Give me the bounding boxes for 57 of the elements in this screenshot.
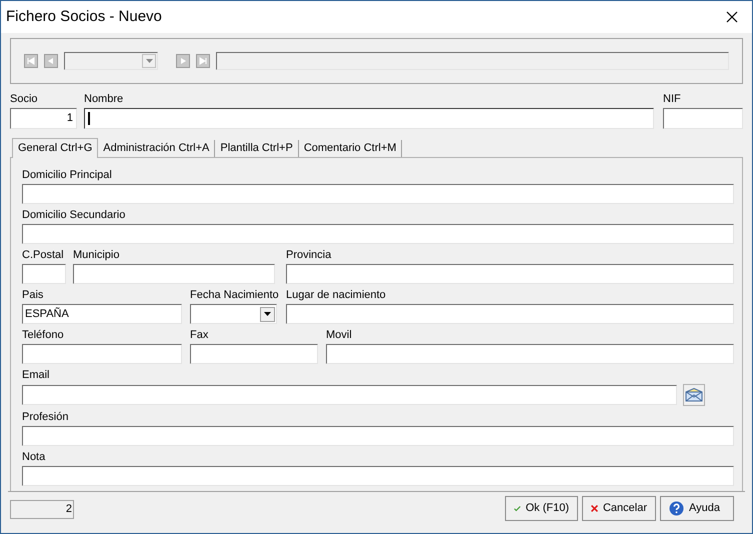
field-label: Domicilio Principal	[22, 168, 113, 183]
window-title: Fichero Socios - Nuevo	[6, 6, 162, 27]
cancel-button[interactable]: Cancelar	[582, 496, 656, 521]
field-label: Nombre	[84, 92, 124, 107]
input-field[interactable]: ESPAÑA	[22, 304, 182, 324]
input-field[interactable]	[73, 264, 275, 284]
input-field[interactable]	[663, 108, 743, 129]
help-icon	[669, 501, 684, 516]
checkmark-icon	[514, 503, 521, 514]
first-record-button[interactable]	[24, 54, 38, 68]
input-field[interactable]	[22, 426, 734, 446]
input-field[interactable]: 1	[10, 108, 77, 129]
field-label: Pais	[22, 288, 44, 303]
date-dropdown[interactable]	[190, 304, 277, 324]
record-count: 2	[10, 500, 74, 519]
input-field[interactable]	[84, 108, 654, 129]
arrow-icon	[179, 57, 187, 65]
record-dropdown[interactable]	[64, 52, 158, 70]
field-label: Teléfono	[22, 328, 65, 343]
field-label: Municipio	[73, 248, 120, 263]
input-field[interactable]	[22, 184, 734, 204]
field-label: Profesión	[22, 410, 70, 425]
field-label: Email	[22, 368, 51, 383]
input-field[interactable]	[190, 344, 318, 364]
close-icon	[726, 11, 738, 23]
field-label: C.Postal	[22, 248, 65, 263]
send-email-button[interactable]	[683, 384, 705, 406]
close-icon	[591, 502, 598, 515]
field-label: Fecha Nacimiento	[190, 288, 277, 303]
input-field[interactable]	[22, 385, 677, 405]
field-label: Lugar de nacimiento	[286, 288, 387, 303]
field-label: Fax	[190, 328, 210, 343]
field-label: Socio	[10, 92, 39, 107]
field-label: Movil	[326, 328, 353, 343]
next-record-button[interactable]	[176, 54, 190, 68]
input-field[interactable]	[286, 304, 734, 324]
input-field[interactable]	[326, 344, 734, 364]
input-field[interactable]	[22, 466, 734, 486]
skip-arrow-icon	[199, 57, 207, 65]
input-field[interactable]	[22, 264, 66, 284]
input-field[interactable]	[22, 224, 734, 244]
field-label: Nota	[22, 450, 46, 465]
skip-arrow-icon	[27, 57, 35, 65]
help-button[interactable]: Ayuda	[660, 496, 734, 521]
text-cursor	[88, 112, 90, 125]
input-field[interactable]	[22, 344, 182, 364]
arrow-icon	[47, 57, 55, 65]
field-label: NIF	[663, 92, 682, 107]
previous-record-button[interactable]	[44, 54, 58, 68]
ok-button[interactable]: Ok (F10)	[505, 496, 578, 521]
record-field[interactable]	[216, 52, 729, 70]
input-field[interactable]	[286, 264, 734, 284]
last-record-button[interactable]	[196, 54, 210, 68]
field-label: Provincia	[286, 248, 332, 263]
field-label: Domicilio Secundario	[22, 208, 126, 223]
tab[interactable]: General Ctrl+G	[12, 138, 98, 158]
envelope-icon	[685, 388, 703, 402]
